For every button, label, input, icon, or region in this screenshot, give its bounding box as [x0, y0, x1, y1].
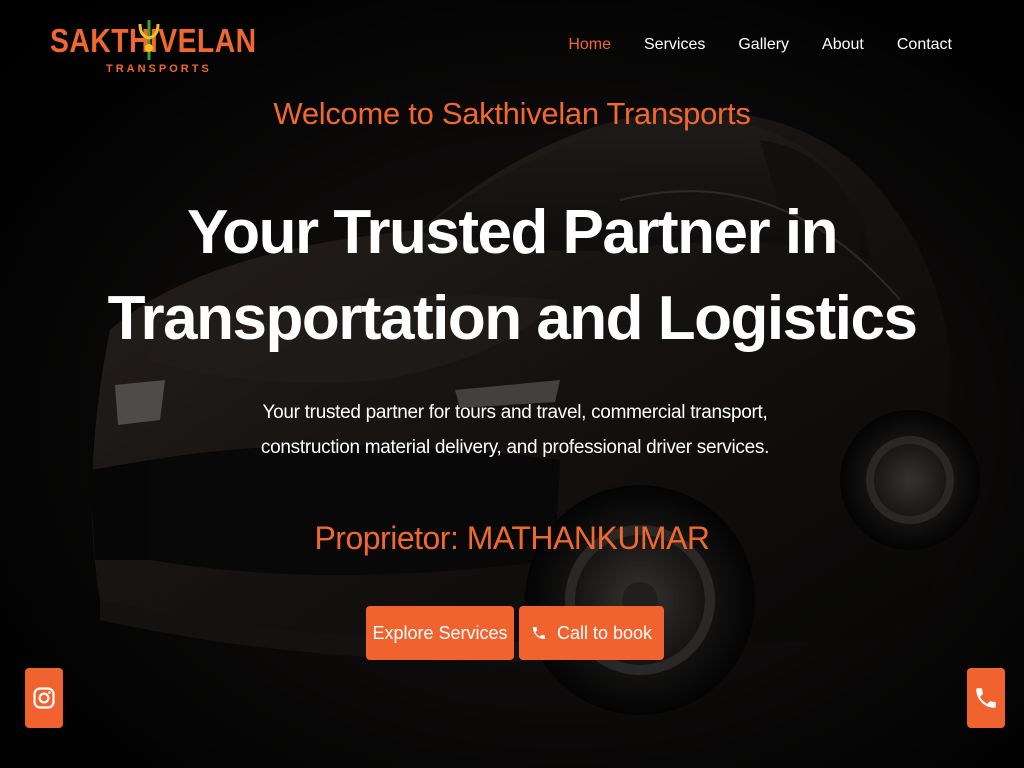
nav-gallery[interactable]: Gallery	[738, 36, 789, 54]
phone-icon	[532, 627, 545, 639]
proprietor-text: Proprietor: MATHANKUMAR	[314, 520, 710, 556]
explore-services-label: Explore Services	[372, 622, 508, 643]
description-line-1: Your trusted partner for tours and trave…	[262, 402, 768, 423]
brand-tagline: TRANSPORTS	[106, 63, 212, 75]
instagram-icon	[33, 687, 55, 709]
phone-icon	[976, 688, 996, 708]
main-nav: Home Services Gallery About Contact	[535, 36, 952, 54]
nav-home[interactable]: Home	[568, 36, 611, 54]
hero-description: Your trusted partner for tours and trave…	[250, 395, 780, 465]
call-to-book-button[interactable]: Call to book	[519, 606, 664, 660]
hero-headline: Your Trusted Partner in Transportation a…	[0, 190, 1024, 362]
nav-services[interactable]: Services	[644, 36, 705, 54]
phone-float-button[interactable]	[967, 668, 1005, 728]
headline-line-1: Your Trusted Partner in	[187, 198, 838, 267]
brand-logo[interactable]: SAKTHIVELAN TRANSPORTS	[50, 18, 256, 82]
hero-page: SAKTHIVELAN TRANSPORTS Home Services Gal…	[0, 0, 1024, 768]
instagram-button[interactable]	[25, 668, 63, 728]
trident-logo-icon	[138, 20, 160, 60]
nav-about[interactable]: About	[822, 36, 864, 54]
welcome-text: Welcome to Sakthivelan Transports	[273, 96, 751, 131]
nav-contact[interactable]: Contact	[897, 36, 952, 54]
description-line-2: construction material delivery, and prof…	[260, 437, 770, 458]
explore-services-button[interactable]: Explore Services	[366, 606, 514, 660]
call-to-book-label: Call to book	[556, 622, 653, 643]
headline-line-2: Transportation and Logistics	[107, 284, 918, 353]
